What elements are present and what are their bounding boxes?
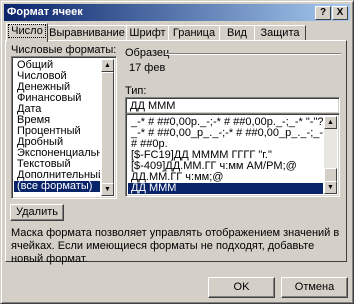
scroll-thumb[interactable]	[101, 72, 114, 184]
type-scrollbar[interactable]: ▲ ▼	[324, 116, 337, 194]
type-item[interactable]: ДД.ММ.ГГ ч:мм;@	[128, 172, 323, 183]
category-item[interactable]: Финансовый	[14, 93, 100, 104]
number-tab-panel: Числовые форматы: Общий Числовой Денежный Ф…	[5, 40, 347, 265]
type-item[interactable]: ДД МММ	[128, 183, 323, 194]
title-bar[interactable]: Формат ячеек ? X	[4, 4, 350, 21]
type-list[interactable]: _-* # ##0,00р._-;-* # ##0,00р._-;_-* "-"…	[125, 113, 340, 197]
tab-border[interactable]: Граница	[168, 25, 220, 41]
tab-font[interactable]: Шрифт	[126, 25, 169, 41]
tab-alignment[interactable]: Выравнивание	[47, 25, 127, 41]
scroll-up-icon[interactable]: ▲	[324, 116, 337, 129]
scroll-down-icon[interactable]: ▼	[324, 181, 337, 194]
categories-list[interactable]: Общий Числовой Денежный Финансовый Дата Время…	[11, 56, 117, 199]
category-item[interactable]: Денежный	[14, 82, 100, 93]
type-items: _-* # ##0,00р._-;-* # ##0,00р._-;_-* "-"…	[128, 117, 323, 194]
type-item[interactable]: _-* # ##0,00_р_._-;-* # ##0,00_р_._-;_-*…	[128, 128, 323, 139]
category-item[interactable]: Текстовый	[14, 159, 100, 170]
dialog-title: Формат ячеек	[7, 6, 83, 18]
category-item[interactable]: Процентный	[14, 126, 100, 137]
category-item[interactable]: Числовой	[14, 71, 100, 82]
help-button[interactable]: ?	[315, 6, 331, 20]
scroll-down-icon[interactable]: ▼	[101, 183, 114, 196]
cancel-button[interactable]: Отмена	[281, 277, 348, 298]
categories-label: Числовые форматы:	[11, 44, 117, 56]
delete-button[interactable]: Удалить	[10, 204, 64, 221]
close-button[interactable]: X	[332, 6, 348, 20]
type-label: Тип:	[125, 85, 147, 97]
tab-protection[interactable]: Защита	[254, 25, 306, 41]
category-item[interactable]: (все форматы)	[14, 181, 100, 192]
scroll-thumb[interactable]	[324, 168, 337, 182]
hint-text: Маска формата позволяет управлять отобра…	[11, 227, 340, 265]
tab-number-label: Число	[8, 24, 46, 38]
category-item[interactable]: Дата	[14, 104, 100, 115]
ok-button[interactable]: OK	[208, 277, 275, 298]
category-item[interactable]: Дополнительный	[14, 170, 100, 181]
category-item[interactable]: Дробный	[14, 137, 100, 148]
format-cells-dialog: Формат ячеек ? X Число Выравнивание Шриф…	[0, 0, 354, 304]
type-item[interactable]: [$-FC19]ДД ММММ ГГГГ "г."	[128, 150, 323, 161]
type-input[interactable]: ДД МММ	[125, 97, 340, 114]
type-input-value: ДД МММ	[130, 100, 176, 112]
sample-label: Образец	[125, 47, 170, 59]
type-item[interactable]: _-* # ##0,00р._-;-* # ##0,00р._-;_-* "-"…	[128, 117, 323, 128]
sample-divider	[166, 53, 341, 55]
category-item[interactable]: Экспоненциальный	[14, 148, 100, 159]
category-item[interactable]: Время	[14, 115, 100, 126]
category-item[interactable]: Общий	[14, 60, 100, 71]
scroll-up-icon[interactable]: ▲	[101, 59, 114, 72]
categories-items: Общий Числовой Денежный Финансовый Дата Время…	[14, 60, 100, 192]
categories-scrollbar[interactable]: ▲ ▼	[101, 59, 114, 196]
type-item[interactable]: [$-409]ДД.ММ.ГГ ч:мм AM/PM;@	[128, 161, 323, 172]
sample-value: 17 фев	[129, 62, 166, 74]
tab-number[interactable]: Число	[6, 23, 48, 42]
tab-view[interactable]: Вид	[219, 25, 255, 41]
type-item[interactable]: # ##0р.	[128, 139, 323, 150]
